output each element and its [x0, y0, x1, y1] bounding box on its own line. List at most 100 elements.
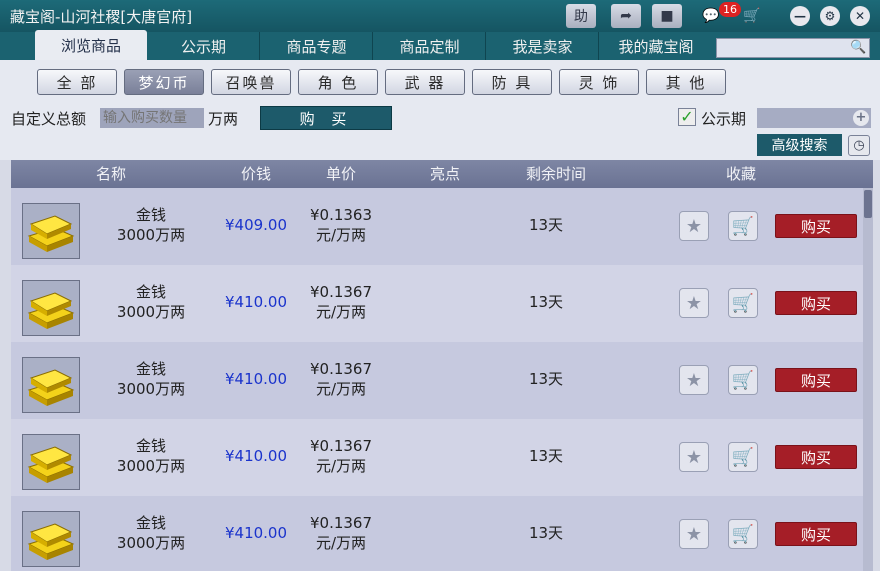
custom-amount-row: 自定义总额 万两 购 买 ✓ 公示期 + 高级搜索 ◷ [0, 104, 880, 160]
checkmark-icon: ✓ [680, 107, 694, 126]
table-row: 金钱 3000万两 ¥410.00 ¥0.1367 元/万两 13天 ★ 🛒 购… [11, 496, 863, 571]
item-unit-label: 元/万两 [315, 534, 367, 552]
add-to-cart-button[interactable]: 🛒 [728, 442, 758, 472]
table-row: 金钱 3000万两 ¥410.00 ¥0.1367 元/万两 13天 ★ 🛒 购… [11, 419, 863, 496]
gold-bars-icon [27, 523, 75, 560]
header-name: 名称 [95, 165, 126, 183]
search-input[interactable]: 🔍 [716, 38, 870, 58]
item-name: 金钱 [135, 206, 166, 224]
minimize-icon: — [794, 9, 806, 23]
tab-topics[interactable]: 商品专题 [261, 32, 373, 60]
star-icon: ★ [685, 523, 703, 545]
add-to-cart-button[interactable]: 🛒 [728, 519, 758, 549]
custom-buy-button[interactable]: 购 买 [260, 106, 392, 130]
close-icon: ✕ [854, 9, 866, 23]
item-price: ¥410.00 [224, 370, 288, 388]
item-remaining-time: 13天 [528, 524, 564, 542]
add-to-cart-button[interactable]: 🛒 [728, 211, 758, 241]
buy-button[interactable]: 购买 [775, 214, 857, 238]
public-checkbox[interactable]: ✓ [678, 108, 696, 126]
item-thumbnail[interactable] [22, 434, 80, 490]
tab-browse[interactable]: 浏览商品 [35, 30, 147, 60]
amount-input[interactable] [100, 108, 204, 128]
search-icon[interactable]: 🔍 [850, 40, 866, 56]
minimize-button[interactable]: — [790, 6, 810, 26]
buy-button[interactable]: 购买 [775, 368, 857, 392]
tab-public[interactable]: 公示期 [148, 32, 260, 60]
history-button[interactable]: ◷ [848, 135, 870, 156]
cart-icon: 🛒 [731, 292, 755, 314]
item-unit-price: ¥0.1367 [309, 360, 373, 378]
custom-amount-label: 自定义总额 [11, 110, 87, 128]
category-other[interactable]: 其 他 [646, 69, 726, 95]
item-thumbnail[interactable] [22, 203, 80, 259]
item-price: ¥410.00 [224, 447, 288, 465]
add-to-cart-button[interactable]: 🛒 [728, 288, 758, 318]
category-accessories[interactable]: 灵 饰 [559, 69, 639, 95]
item-name: 金钱 [135, 514, 166, 532]
clock-icon: ◷ [853, 138, 865, 153]
item-unit-label: 元/万两 [315, 303, 367, 321]
table-header: 名称 价钱 单价 亮点 剩余时间 收藏 [11, 160, 873, 188]
item-amount: 3000万两 [116, 380, 186, 398]
item-remaining-time: 13天 [528, 447, 564, 465]
star-icon: ★ [685, 369, 703, 391]
stop-icon: ■ [660, 8, 674, 24]
scrollbar[interactable] [863, 188, 873, 571]
tab-my-treasure[interactable]: 我的藏宝阁 [600, 32, 712, 60]
category-pets[interactable]: 召唤兽 [211, 69, 291, 95]
item-unit-price: ¥0.1367 [309, 437, 373, 455]
gold-bars-icon [27, 446, 75, 483]
cart-icon: 🛒 [731, 523, 755, 545]
share-icon: ➦ [620, 8, 632, 24]
favorite-button[interactable]: ★ [679, 442, 709, 472]
favorite-button[interactable]: ★ [679, 365, 709, 395]
header-favorite: 收藏 [725, 165, 756, 183]
favorite-button[interactable]: ★ [679, 519, 709, 549]
cart-icon: 🛒 [731, 215, 755, 237]
category-bar: 全 部 梦幻币 召唤兽 角 色 武 器 防 具 灵 饰 其 他 [0, 60, 880, 104]
category-currency[interactable]: 梦幻币 [124, 69, 204, 95]
title-bar: 藏宝阁-山河社稷[大唐官府] 助 ➦ ■ 💬 16 🛒 — ⚙ ✕ [0, 0, 880, 32]
cart-header-button[interactable]: 🛒 [737, 4, 767, 28]
category-roles[interactable]: 角 色 [298, 69, 378, 95]
help-button[interactable]: 助 [566, 4, 596, 28]
item-thumbnail[interactable] [22, 357, 80, 413]
item-thumbnail[interactable] [22, 280, 80, 336]
advanced-search-button[interactable]: 高级搜索 [757, 134, 842, 156]
share-button[interactable]: ➦ [611, 4, 641, 28]
buy-button[interactable]: 购买 [775, 522, 857, 546]
table-row: 金钱 3000万两 ¥410.00 ¥0.1367 元/万两 13天 ★ 🛒 购… [11, 342, 863, 419]
item-name: 金钱 [135, 360, 166, 378]
stop-button[interactable]: ■ [652, 4, 682, 28]
table-row: 金钱 3000万两 ¥409.00 ¥0.1363 元/万两 13天 ★ 🛒 购… [11, 188, 863, 265]
add-to-cart-button[interactable]: 🛒 [728, 365, 758, 395]
message-icon: 💬 [702, 8, 720, 24]
item-amount: 3000万两 [116, 226, 186, 244]
category-armor[interactable]: 防 具 [472, 69, 552, 95]
public-period-select[interactable]: + [757, 108, 871, 128]
star-icon: ★ [685, 292, 703, 314]
close-button[interactable]: ✕ [850, 6, 870, 26]
favorite-button[interactable]: ★ [679, 288, 709, 318]
tab-seller[interactable]: 我是卖家 [487, 32, 599, 60]
tab-custom[interactable]: 商品定制 [374, 32, 486, 60]
item-unit-label: 元/万两 [315, 226, 367, 244]
header-highlight: 亮点 [429, 165, 460, 183]
header-unit-price: 单价 [325, 165, 356, 183]
settings-button[interactable]: ⚙ [820, 6, 840, 26]
item-price: ¥410.00 [224, 293, 288, 311]
item-thumbnail[interactable] [22, 511, 80, 567]
buy-button[interactable]: 购买 [775, 445, 857, 469]
favorite-button[interactable]: ★ [679, 211, 709, 241]
item-name: 金钱 [135, 437, 166, 455]
window-title: 藏宝阁-山河社稷[大唐官府] [10, 8, 193, 26]
table-row: 金钱 3000万两 ¥410.00 ¥0.1367 元/万两 13天 ★ 🛒 购… [11, 265, 863, 342]
category-weapons[interactable]: 武 器 [385, 69, 465, 95]
gold-bars-icon [27, 292, 75, 329]
category-all[interactable]: 全 部 [37, 69, 117, 95]
plus-icon[interactable]: + [853, 110, 869, 126]
buy-button[interactable]: 购买 [775, 291, 857, 315]
scrollbar-thumb[interactable] [864, 190, 872, 218]
star-icon: ★ [685, 215, 703, 237]
